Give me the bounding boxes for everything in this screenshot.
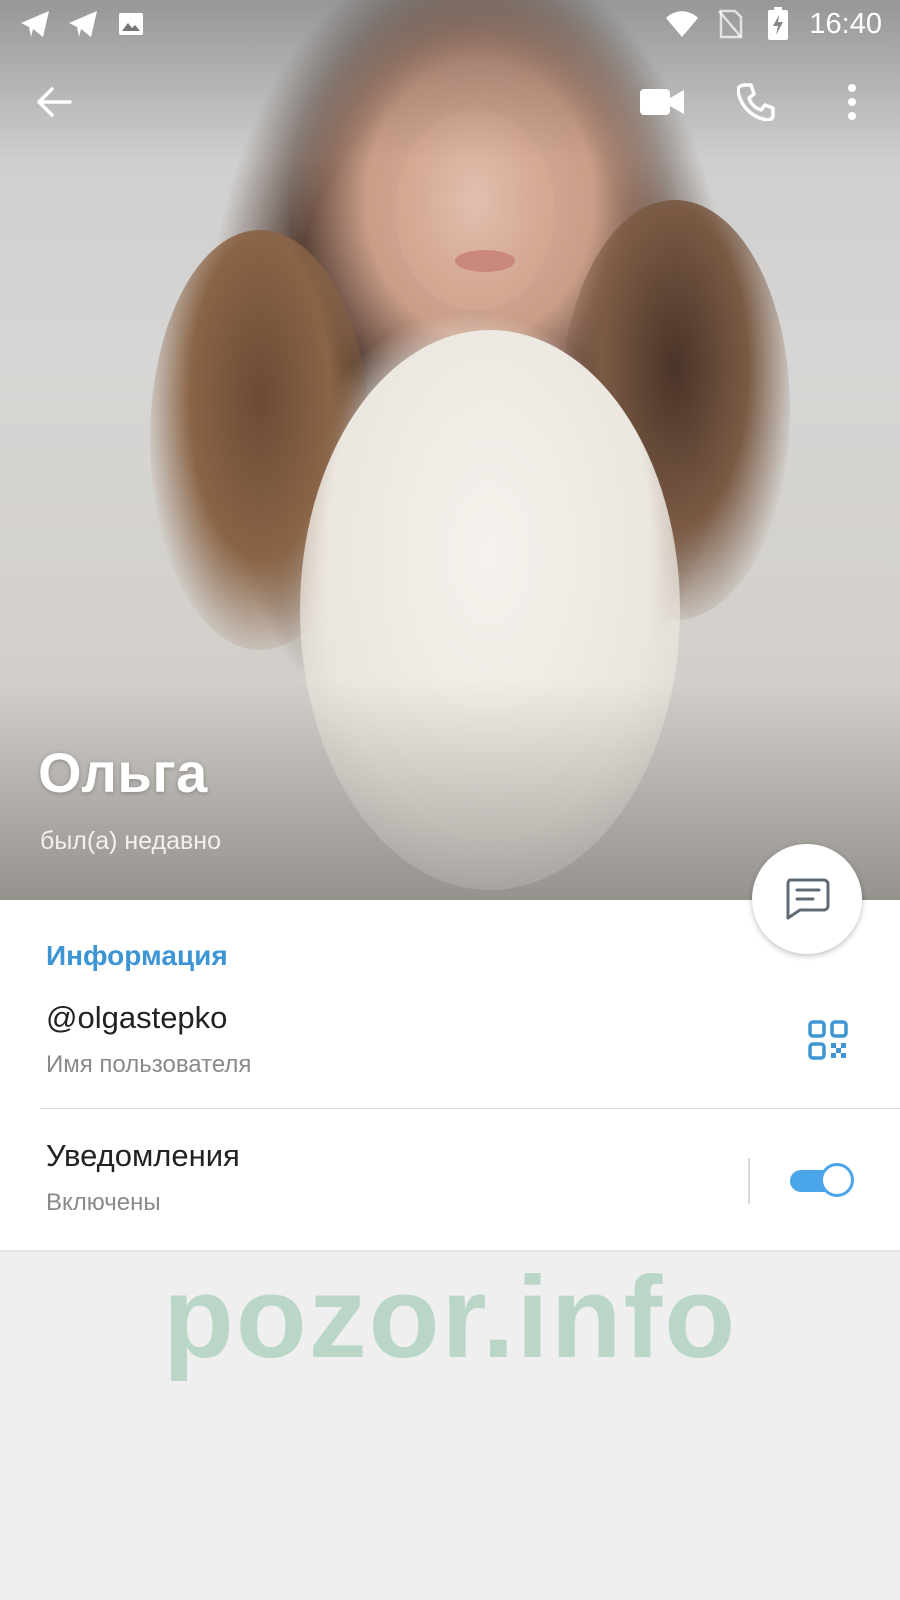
video-call-icon bbox=[640, 89, 684, 115]
more-options-button[interactable] bbox=[822, 70, 882, 134]
action-bar bbox=[0, 70, 900, 134]
message-icon bbox=[786, 878, 830, 920]
back-button[interactable] bbox=[24, 70, 84, 134]
profile-name: Ольга bbox=[38, 741, 208, 804]
phone-icon bbox=[737, 83, 775, 121]
clock: 16:40 bbox=[809, 8, 882, 40]
profile-photo[interactable]: 16:40 Ольга был(а) недавно bbox=[0, 0, 900, 900]
phone-call-button[interactable] bbox=[726, 70, 786, 134]
qr-code-button[interactable] bbox=[808, 1020, 848, 1060]
video-call-button[interactable] bbox=[632, 70, 692, 134]
section-title-info: Информация bbox=[46, 940, 228, 971]
image-icon bbox=[114, 8, 148, 40]
back-arrow-icon bbox=[37, 87, 72, 117]
no-sim-icon bbox=[713, 8, 747, 40]
profile-status: был(а) недавно bbox=[40, 827, 222, 855]
notifications-title: Уведомления bbox=[46, 1138, 240, 1173]
notifications-state: Включены bbox=[46, 1189, 161, 1216]
qr-code-icon bbox=[808, 1020, 848, 1060]
send-message-button[interactable] bbox=[752, 844, 862, 954]
more-vert-icon bbox=[848, 84, 856, 120]
username-label: Имя пользователя bbox=[46, 1051, 252, 1078]
username-value: @olgastepko bbox=[46, 1000, 228, 1035]
info-card: Информация @olgastepko Имя пользователя … bbox=[0, 900, 900, 1250]
divider bbox=[40, 1108, 900, 1109]
wifi-icon bbox=[665, 8, 699, 40]
telegram-icon bbox=[18, 8, 52, 40]
notifications-toggle[interactable] bbox=[790, 1163, 858, 1199]
status-bar: 16:40 bbox=[0, 0, 900, 48]
battery-charging-icon bbox=[761, 7, 795, 40]
vertical-divider bbox=[748, 1158, 750, 1204]
watermark: pozor.info bbox=[162, 1252, 738, 1382]
telegram-icon bbox=[66, 8, 100, 40]
